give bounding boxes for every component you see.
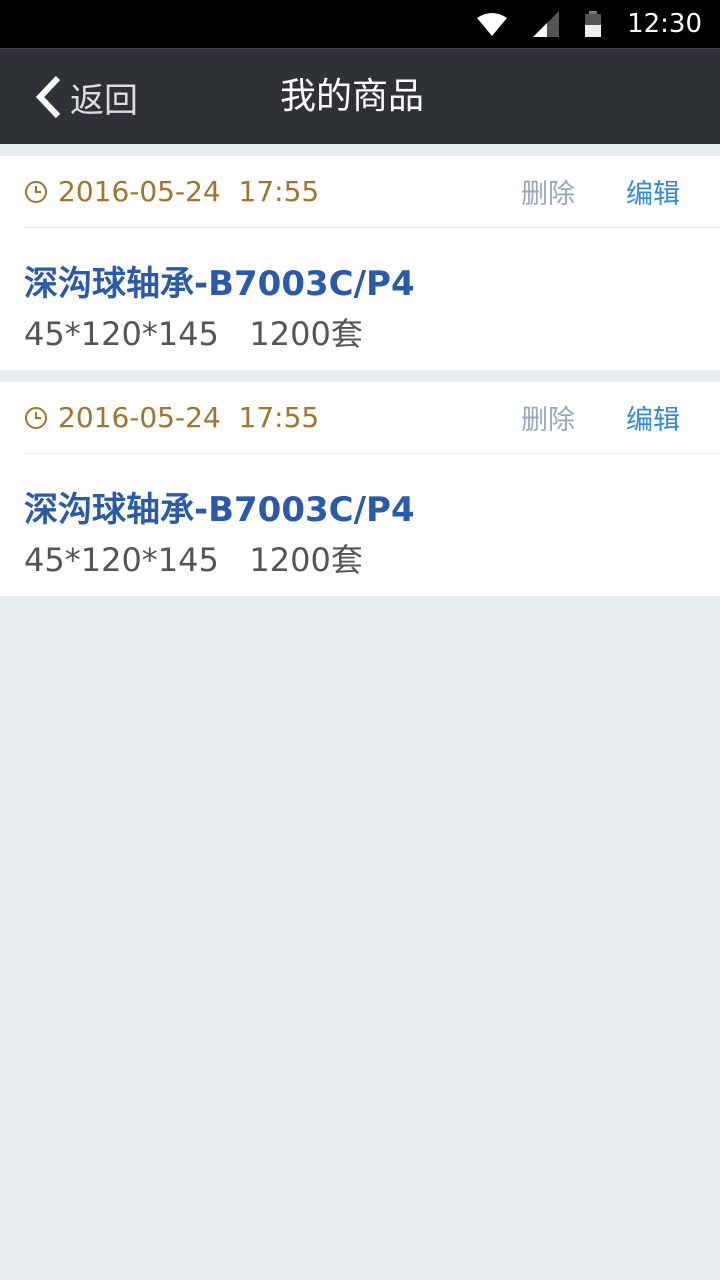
back-button[interactable]: 返回 bbox=[34, 49, 138, 145]
product-date: 2016-05-24 17:55 bbox=[58, 401, 320, 434]
product-date: 2016-05-24 17:55 bbox=[58, 175, 320, 208]
status-time: 12:30 bbox=[627, 9, 702, 39]
edit-button[interactable]: 编辑 bbox=[626, 398, 680, 437]
product-name: 深沟球轴承-B7003C/P4 bbox=[24, 490, 415, 530]
edit-button[interactable]: 编辑 bbox=[626, 172, 680, 211]
status-bar: 12:30 bbox=[0, 0, 720, 48]
page-title: 我的商品 bbox=[280, 76, 425, 117]
app-header: 返回 我的商品 bbox=[0, 48, 720, 144]
product-card[interactable]: 2016-05-24 17:55 删除 编辑 深沟球轴承-B7003C/P4 4… bbox=[0, 156, 720, 370]
wifi-icon bbox=[477, 13, 508, 36]
product-spec: 45*120*145 bbox=[24, 541, 219, 579]
product-quantity: 1200套 bbox=[249, 315, 363, 353]
clock-icon bbox=[25, 406, 47, 429]
chevron-left-icon bbox=[35, 75, 61, 119]
back-label: 返回 bbox=[70, 80, 138, 121]
delete-button[interactable]: 删除 bbox=[521, 398, 575, 437]
product-card[interactable]: 2016-05-24 17:55 删除 编辑 深沟球轴承-B7003C/P4 4… bbox=[0, 382, 720, 596]
product-spec: 45*120*145 bbox=[24, 315, 219, 353]
product-quantity: 1200套 bbox=[249, 541, 363, 579]
signal-icon bbox=[533, 11, 560, 37]
clock-icon bbox=[25, 180, 47, 203]
product-list: 2016-05-24 17:55 删除 编辑 深沟球轴承-B7003C/P4 4… bbox=[0, 156, 720, 596]
battery-icon bbox=[585, 11, 602, 37]
product-name: 深沟球轴承-B7003C/P4 bbox=[24, 264, 415, 304]
delete-button[interactable]: 删除 bbox=[521, 172, 575, 211]
